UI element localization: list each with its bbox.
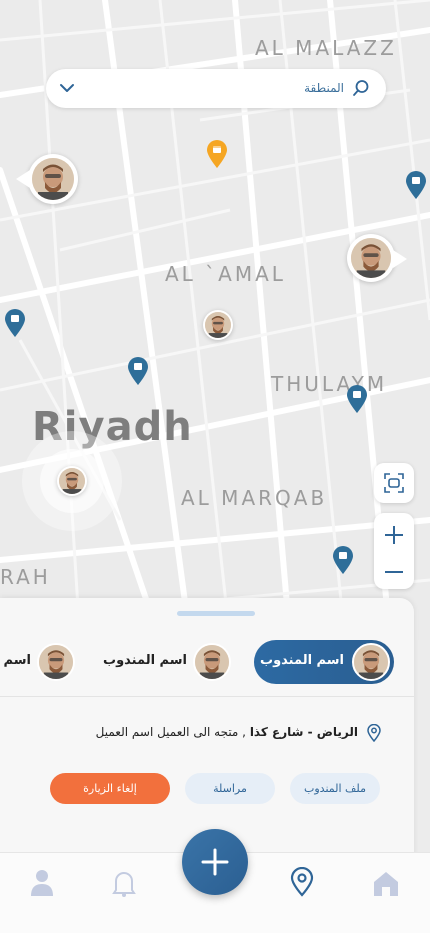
cancel-visit-button[interactable]: إلغاء الزيارة: [50, 773, 170, 804]
store-pin-icon[interactable]: [127, 356, 149, 386]
agent-chip[interactable]: اسم ا: [0, 640, 75, 684]
marker-pointer: [393, 250, 407, 268]
avatar: [351, 238, 391, 278]
store-pin-icon[interactable]: [346, 384, 368, 414]
address-bold: الرياض - شارع كذا: [249, 725, 358, 739]
location-pin-icon: [367, 724, 381, 742]
store-pin-icon[interactable]: [206, 139, 228, 169]
agent-chip-selected[interactable]: اسم المندوب: [254, 640, 394, 684]
chevron-down-icon[interactable]: [58, 79, 76, 97]
store-pin-icon[interactable]: [332, 545, 354, 575]
area-search-bar[interactable]: المنطقة: [46, 69, 386, 108]
zoom-in-icon[interactable]: [384, 525, 404, 545]
district-label: RAH: [0, 565, 51, 589]
marker-pointer: [16, 170, 30, 188]
district-label: AL MARQAB: [181, 486, 328, 510]
zoom-out-icon[interactable]: [384, 562, 404, 582]
map-view[interactable]: AL MALAZZ AL `AMAL THULAYM AL MARQAB RAH…: [0, 0, 430, 640]
user-icon[interactable]: [28, 867, 56, 897]
agent-profile-button[interactable]: ملف المندوب: [290, 773, 380, 804]
avatar: [193, 643, 231, 681]
avatar: [59, 468, 85, 494]
search-icon: [353, 80, 369, 96]
divider: [0, 696, 414, 697]
address-rest: , متجه الى العميل اسم العميل: [95, 725, 250, 739]
scan-focus-icon: [384, 473, 404, 493]
avatar: [37, 643, 75, 681]
avatar: [205, 312, 231, 338]
district-label: AL MALAZZ: [255, 36, 397, 60]
store-pin-icon[interactable]: [405, 170, 427, 200]
store-pin-icon[interactable]: [4, 308, 26, 338]
district-label: THULAYM: [271, 372, 388, 396]
plus-icon: [201, 848, 229, 876]
agent-name: اسم المندوب: [103, 653, 187, 668]
message-button[interactable]: مراسلة: [185, 773, 275, 804]
agent-map-marker[interactable]: [347, 234, 395, 282]
agent-map-marker[interactable]: [28, 154, 78, 204]
zoom-controls: [374, 513, 414, 589]
home-icon[interactable]: [372, 869, 400, 899]
recenter-button[interactable]: [374, 463, 414, 503]
agent-map-marker[interactable]: [203, 310, 233, 340]
agent-name: اسم المندوب: [260, 653, 344, 668]
avatar: [32, 158, 74, 200]
agent-map-marker[interactable]: [57, 466, 87, 496]
agent-name: اسم ا: [0, 653, 31, 668]
district-label: AL `AMAL: [165, 262, 286, 286]
sheet-drag-handle[interactable]: [177, 611, 255, 616]
visit-address: الرياض - شارع كذا , متجه الى العميل اسم …: [96, 725, 358, 739]
agent-bottom-sheet: اسم المندوب اسم المندوب اسم ا الرياض - ش…: [0, 598, 414, 858]
agent-chip[interactable]: اسم المندوب: [103, 640, 235, 684]
map-pin-icon[interactable]: [288, 867, 316, 897]
area-search-label: المنطقة: [304, 81, 344, 95]
avatar: [352, 643, 390, 681]
bell-icon[interactable]: [110, 868, 138, 898]
add-button[interactable]: [182, 829, 248, 895]
